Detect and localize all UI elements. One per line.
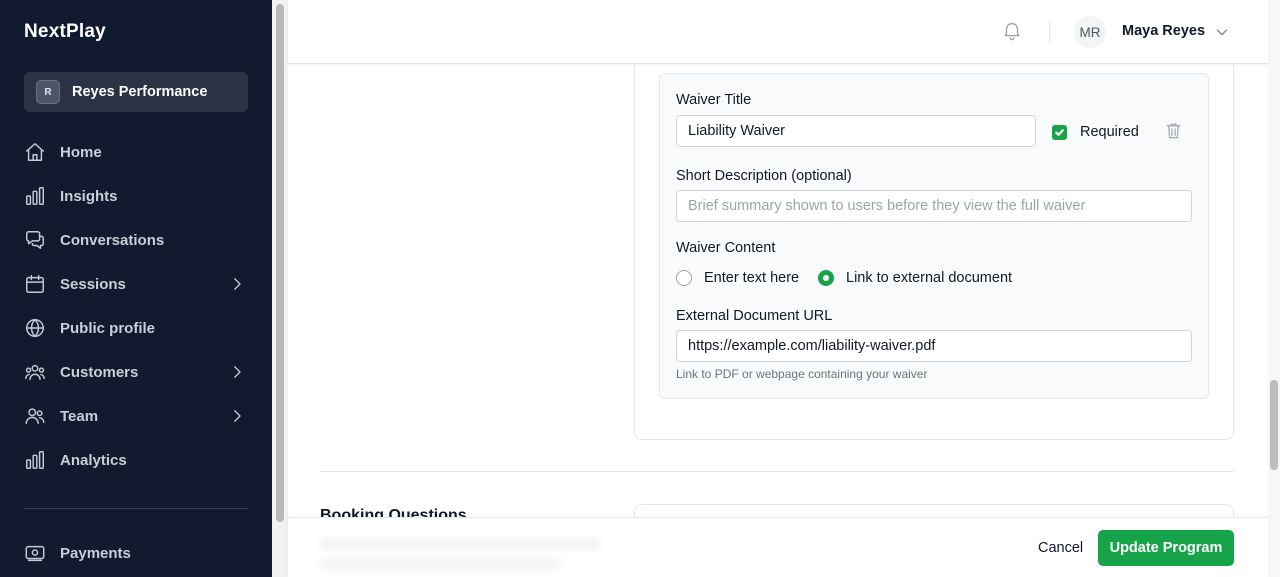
avatar[interactable]: MR	[1074, 16, 1106, 48]
waiver-content-label: Waiver Content	[676, 240, 776, 256]
bell-icon	[1004, 22, 1020, 41]
chevron-right-icon	[228, 363, 246, 381]
main-scrollbar-thumb[interactable]	[1270, 380, 1278, 470]
sidebar-item-conversations[interactable]: Conversations	[24, 220, 248, 260]
home-icon	[24, 141, 46, 163]
sidebar-item-label: Payments	[60, 544, 131, 562]
sidebar-item-label: Analytics	[60, 451, 127, 469]
sidebar-item-label: Insights	[60, 187, 118, 205]
required-label[interactable]: Required	[1080, 124, 1139, 140]
sidebar-item-public-profile[interactable]: Public profile	[24, 308, 248, 348]
sidebar: NextPlay R Reyes Performance Home Insigh…	[0, 0, 272, 577]
sidebar-item-team[interactable]: Team	[24, 396, 248, 436]
top-header: MR Maya Reyes	[288, 0, 1268, 64]
chevron-down-icon[interactable]	[1214, 24, 1230, 40]
update-program-button[interactable]: Update Program	[1098, 530, 1234, 566]
required-checkbox[interactable]	[1052, 125, 1067, 140]
globe-icon	[24, 317, 46, 339]
waiver-title-label: Waiver Title	[676, 92, 752, 108]
short-description-label: Short Description (optional)	[676, 168, 852, 184]
section-divider	[320, 471, 1234, 472]
sidebar-scrollbar[interactable]	[272, 0, 288, 577]
main-content: Waiver Title Required Short Description …	[288, 0, 1268, 577]
radio-external-link[interactable]	[818, 270, 834, 286]
external-url-label: External Document URL	[676, 308, 833, 324]
radio-enter-text[interactable]	[676, 270, 692, 286]
sidebar-item-home[interactable]: Home	[24, 132, 248, 172]
sidebar-item-label: Public profile	[60, 319, 156, 337]
sidebar-divider	[24, 508, 248, 509]
sidebar-item-label: Team	[60, 407, 99, 425]
org-name: Reyes Performance	[72, 84, 208, 100]
sidebar-item-analytics[interactable]: Analytics	[24, 440, 248, 480]
sidebar-item-label: Customers	[60, 363, 139, 381]
external-url-input[interactable]	[676, 330, 1192, 362]
notifications-button[interactable]	[1001, 19, 1025, 43]
sidebar-item-payments[interactable]: Payments	[24, 533, 248, 573]
radio-external-link-label[interactable]: Link to external document	[846, 270, 1012, 286]
org-avatar: R	[36, 80, 60, 104]
check-icon	[1055, 129, 1064, 136]
chat-bubbles-icon	[24, 229, 46, 251]
sidebar-item-sessions[interactable]: Sessions	[24, 264, 248, 304]
header-separator	[1049, 20, 1050, 44]
organization-switcher[interactable]: R Reyes Performance	[24, 72, 248, 112]
sidebar-item-label: Sessions	[60, 275, 126, 293]
radio-enter-text-label[interactable]: Enter text here	[704, 270, 799, 286]
users-group-icon	[24, 361, 46, 383]
external-url-hint: Link to PDF or webpage containing your w…	[676, 367, 928, 381]
main-scrollbar[interactable]	[1268, 0, 1280, 577]
cancel-button[interactable]: Cancel	[1029, 530, 1092, 566]
user-name[interactable]: Maya Reyes	[1122, 23, 1205, 39]
form-action-bar: Cancel Update Program	[288, 517, 1268, 577]
sidebar-scrollbar-thumb[interactable]	[276, 4, 284, 522]
team-icon	[24, 405, 46, 427]
payments-icon	[24, 542, 46, 564]
waiver-title-input[interactable]	[676, 115, 1036, 147]
sidebar-item-insights[interactable]: Insights	[24, 176, 248, 216]
trash-icon	[1166, 123, 1181, 139]
bar-chart-icon	[24, 185, 46, 207]
delete-waiver-button[interactable]	[1164, 121, 1184, 141]
sidebar-item-label: Conversations	[60, 231, 165, 249]
short-description-input[interactable]	[676, 190, 1192, 222]
bar-chart-icon	[24, 449, 46, 471]
sidebar-item-label: Home	[60, 143, 102, 161]
obscured-description-line	[320, 558, 560, 570]
chevron-right-icon	[228, 275, 246, 293]
brand-logo-text[interactable]: NextPlay	[24, 21, 106, 43]
calendar-icon	[24, 273, 46, 295]
sidebar-item-customers[interactable]: Customers	[24, 352, 248, 392]
chevron-right-icon	[228, 407, 246, 425]
obscured-description-line	[320, 538, 600, 550]
